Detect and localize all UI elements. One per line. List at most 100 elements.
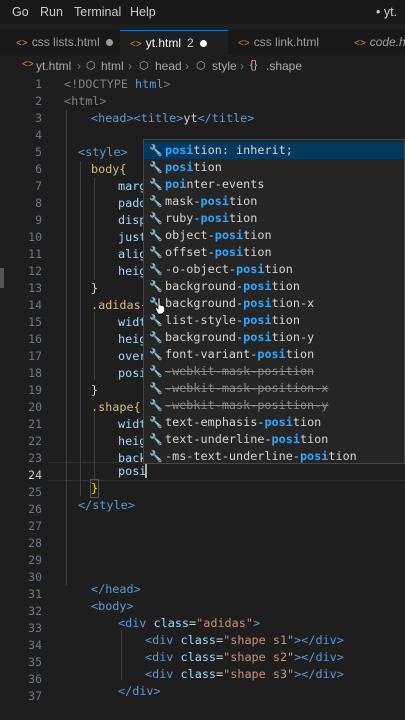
code-line-33: <div class="adidas"> [118, 615, 260, 632]
code-token: ></div> [294, 633, 344, 647]
code-token: <div [118, 616, 154, 630]
menu-help[interactable]: Help [130, 5, 156, 19]
code-line-1: <!DOCTYPE html> [64, 77, 171, 91]
code-line-35: <div class="shape s2"></div> [145, 649, 344, 666]
suggestion-label: text-emphasis-position [165, 415, 322, 429]
suggestion-item-deprecated[interactable]: 🔧 -webkit-mask-position [144, 363, 404, 380]
code-line-24: posi [118, 464, 147, 478]
tab-css-link[interactable]: <> css link.html [238, 30, 334, 55]
line-number: 29 [28, 553, 42, 567]
autocomplete-suggestions[interactable]: 🔧 position: inherit; 🔧 position 🔧 pointer-e… [143, 139, 405, 464]
code-token: class [180, 633, 217, 647]
line-number: 2 [35, 94, 42, 108]
code-line-19: } [91, 383, 99, 397]
suggestion-item[interactable]: 🔧 position [144, 159, 404, 176]
code-line-6: body{ [91, 162, 127, 176]
suggestion-item[interactable]: 🔧 mask-position [144, 193, 404, 210]
wrench-icon: 🔧 [149, 246, 163, 259]
code-token: class [153, 616, 190, 630]
suggestion-label: font-variant-position [165, 347, 315, 361]
suggestion-label: offset-position [165, 245, 272, 259]
tab-code-html[interactable]: <>code.ht [354, 30, 405, 55]
line-number: 30 [28, 570, 42, 584]
wrench-icon: 🔧 [149, 178, 163, 191]
line-number: 23 [28, 451, 42, 465]
suggestion-label: pointer-events [165, 177, 265, 191]
suggestion-label: -webkit-mask-position-y [165, 398, 329, 412]
breadcrumb-head[interactable]: head [155, 59, 182, 73]
tab-css-lists[interactable]: <> css lists.html [16, 30, 116, 55]
suggestion-label: -webkit-mask-position-x [165, 381, 329, 395]
html-file-icon: <> [354, 38, 366, 49]
line-number: 32 [28, 604, 42, 618]
wrench-icon: 🔧 [149, 382, 163, 395]
line-number: 7 [35, 179, 42, 193]
breadcrumb-shape[interactable]: .shape [266, 59, 302, 73]
unsaved-dot-icon [199, 40, 207, 48]
suggestion-item-deprecated[interactable]: 🔧 -webkit-mask-position-y [144, 397, 404, 414]
suggestion-item[interactable]: 🔧 background-position [144, 278, 404, 295]
suggestion-item[interactable]: 🔧 position: inherit; [144, 142, 404, 159]
html-file-icon: <> [130, 39, 142, 50]
wrench-icon: 🔧 [149, 144, 163, 157]
wrench-icon: 🔧 [149, 365, 163, 378]
code-token: </title> [197, 111, 255, 125]
line-number-current: 24 [28, 468, 42, 482]
suggestion-item[interactable]: 🔧 -ms-text-underline-position [144, 448, 404, 463]
chevron-right-icon: › [128, 59, 132, 73]
suggestion-label: -o-object-position [165, 262, 293, 276]
line-number: 11 [28, 247, 42, 261]
line-number: 12 [28, 264, 42, 278]
line-number: 18 [28, 366, 42, 380]
css-rule-icon: {} [250, 59, 258, 71]
code-line-31: </head> [91, 582, 141, 596]
problem-count-badge: 2 [187, 36, 194, 50]
breadcrumb-style[interactable]: style [212, 59, 237, 73]
code-token: yt [183, 111, 198, 125]
tab-label: code.ht [369, 35, 405, 49]
wrench-icon: 🔧 [149, 450, 163, 463]
line-number: 9 [35, 213, 42, 227]
suggestion-item[interactable]: 🔧 -o-object-position [144, 261, 404, 278]
html-file-icon: <> [16, 38, 28, 49]
suggestion-item[interactable]: 🔧 background-position-x [144, 295, 404, 312]
code-token: "shape s3" [223, 667, 295, 681]
suggestion-item[interactable]: 🔧 text-underline-position [144, 431, 404, 448]
menu-bar: Go Run Terminal Help • yt. [0, 0, 405, 24]
wrench-icon: 🔧 [149, 433, 163, 446]
code-line-20: .shape{ [91, 400, 141, 414]
line-number: 1 [35, 77, 42, 91]
tab-yt-html[interactable]: <> yt.html 2 [120, 30, 228, 56]
code-line-2: <html> [64, 93, 107, 110]
line-number: 8 [35, 196, 42, 210]
suggestion-label: list-style-position [165, 313, 300, 327]
suggestion-item[interactable]: 🔧 background-position-y [144, 329, 404, 346]
line-number: 6 [35, 162, 42, 176]
breadcrumb-html[interactable]: html [101, 59, 124, 73]
wrench-icon: 🔧 [149, 161, 163, 174]
suggestion-item[interactable]: 🔧 text-emphasis-position [144, 414, 404, 431]
breadcrumb-file[interactable]: yt.html [36, 59, 71, 73]
code-token: ></div> [294, 650, 344, 664]
wrench-icon: 🔧 [149, 212, 163, 225]
menu-go[interactable]: Go [12, 5, 29, 19]
code-token: class [180, 650, 217, 664]
suggestion-label: background-position-x [165, 296, 315, 310]
suggestion-item[interactable]: 🔧 font-variant-position [144, 346, 404, 363]
suggestion-item[interactable]: 🔧 object-position [144, 227, 404, 244]
code-line-14: .adidas{ [91, 298, 148, 312]
code-token: <div [145, 650, 181, 664]
code-token: html [135, 77, 164, 91]
suggestion-item[interactable]: 🔧 offset-position [144, 244, 404, 261]
html-file-icon: <> [22, 59, 34, 70]
suggestion-item[interactable]: 🔧 ruby-position [144, 210, 404, 227]
menu-terminal[interactable]: Terminal [74, 5, 121, 19]
suggestion-item[interactable]: 🔧 pointer-events [144, 176, 404, 193]
menu-run[interactable]: Run [40, 5, 63, 19]
suggestion-label: object-position [165, 228, 272, 242]
wrench-icon: 🔧 [149, 263, 163, 276]
wrench-icon: 🔧 [149, 195, 163, 208]
wrench-icon: 🔧 [149, 280, 163, 293]
suggestion-item[interactable]: 🔧 list-style-position [144, 312, 404, 329]
suggestion-item-deprecated[interactable]: 🔧 -webkit-mask-position-x [144, 380, 404, 397]
